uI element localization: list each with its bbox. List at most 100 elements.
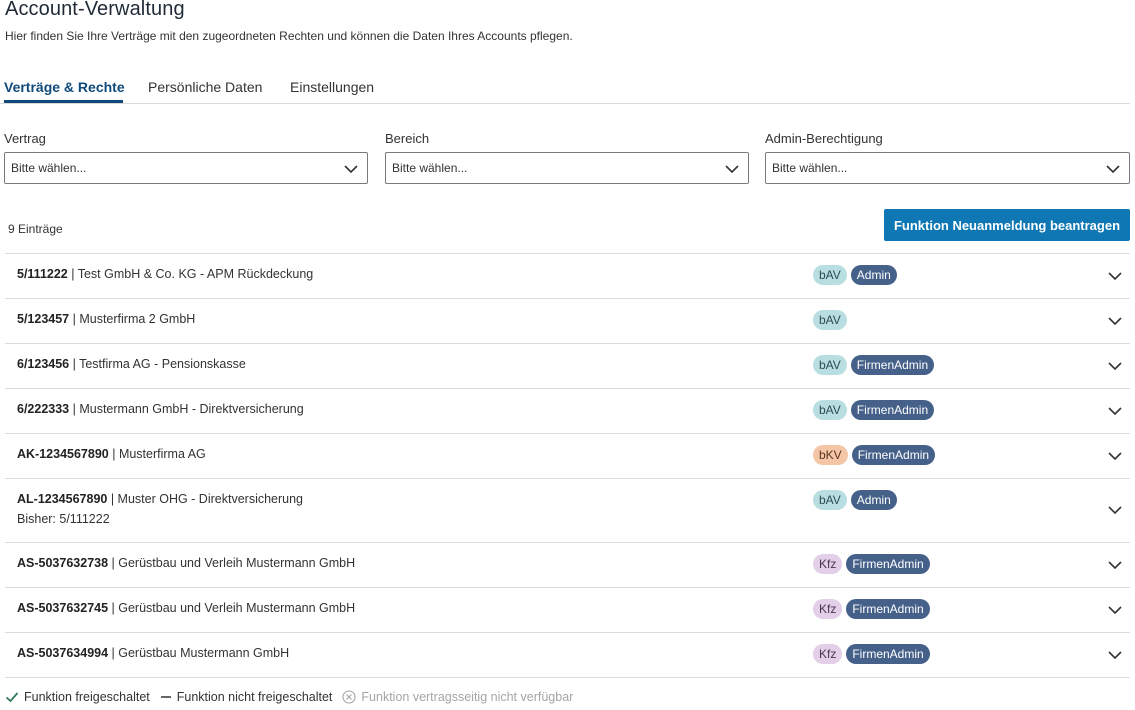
contract-number: AL-1234567890 (17, 492, 108, 506)
role-badge: FirmenAdmin (850, 355, 935, 375)
admin-berechtigung-select[interactable]: Bitte wählen... (765, 152, 1130, 184)
filter-bereich-label: Bereich (385, 131, 430, 146)
contract-name: | Test GmbH & Co. KG - APM Rückdeckung (67, 267, 314, 281)
chevron-down-icon (344, 165, 358, 174)
filter-admin-berechtigung: Admin-Berechtigung Bitte wählen... (765, 131, 1130, 184)
check-icon (5, 692, 19, 703)
legend-item-enabled: Funktion freigeschaltet (5, 690, 150, 704)
contract-number: AK-1234567890 (17, 447, 109, 461)
area-badge: Kfz (813, 644, 843, 664)
area-badge: bAV (813, 310, 847, 330)
entries-count: 9 Einträge (8, 222, 63, 236)
contract-number: 6/123456 (17, 357, 70, 371)
row-title: AK-1234567890 | Musterfirma AG (17, 447, 206, 461)
badge-group: Kfz FirmenAdmin (813, 554, 930, 574)
table-row[interactable]: 5/123457 | Musterfirma 2 GmbH bAV (5, 299, 1130, 344)
role-badge: Admin (850, 490, 897, 510)
area-badge: bAV (813, 355, 847, 375)
chevron-down-icon[interactable] (1108, 314, 1122, 328)
tab-bar: Verträge & Rechte Persönliche Daten Eins… (0, 72, 1130, 104)
filter-admin-label: Admin-Berechtigung (765, 131, 883, 146)
row-title: AL-1234567890 | Muster OHG - Direktversi… (17, 492, 303, 506)
chevron-down-icon[interactable] (1108, 269, 1122, 283)
badge-group: bAV (813, 310, 847, 330)
contract-number: 6/222333 (17, 402, 70, 416)
table-row[interactable]: AS-5037632745 | Gerüstbau und Verleih Mu… (5, 588, 1130, 633)
row-title: 6/123456 | Testfirma AG - Pensionskasse (17, 357, 246, 371)
role-badge: FirmenAdmin (846, 554, 930, 574)
table-row[interactable]: AS-5037634994 | Gerüstbau Mustermann Gmb… (5, 633, 1130, 678)
row-title: 6/222333 | Mustermann GmbH - Direktversi… (17, 402, 304, 416)
contract-number: AS-5037634994 (17, 646, 109, 660)
filter-vertrag: Vertrag Bitte wählen... (4, 131, 368, 184)
badge-group: bAV FirmenAdmin (813, 400, 935, 420)
table-row[interactable]: 5/111222 | Test GmbH & Co. KG - APM Rück… (5, 254, 1130, 299)
area-badge: Kfz (813, 554, 843, 574)
badge-group: bAV Admin (813, 265, 897, 285)
filter-bereich: Bereich Bitte wählen... (385, 131, 749, 184)
legend-item-unavailable: Funktion vertragsseitig nicht verfügbar (342, 690, 573, 704)
row-title: 5/123457 | Musterfirma 2 GmbH (17, 312, 195, 326)
chevron-down-icon (1106, 165, 1120, 174)
page-title: Account-Verwaltung (5, 0, 185, 20)
vertrag-select[interactable]: Bitte wählen... (4, 152, 368, 184)
area-badge: bAV (813, 490, 847, 510)
contract-number: 5/123457 (17, 312, 70, 326)
contract-name: | Muster OHG - Direktversicherung (107, 492, 304, 506)
badge-group: bAV FirmenAdmin (813, 355, 935, 375)
contract-name: | Testfirma AG - Pensionskasse (69, 357, 246, 371)
table-row[interactable]: AL-1234567890 | Muster OHG - Direktversi… (5, 479, 1130, 543)
tab-einstellungen[interactable]: Einstellungen (290, 79, 374, 95)
contract-name: | Musterfirma AG (108, 447, 206, 461)
contract-name: | Gerüstbau Mustermann GmbH (108, 646, 290, 660)
row-title: 5/111222 | Test GmbH & Co. KG - APM Rück… (17, 267, 313, 281)
bereich-select[interactable]: Bitte wählen... (385, 152, 749, 184)
contract-name: | Gerüstbau und Verleih Mustermann GmbH (108, 556, 356, 570)
role-badge: FirmenAdmin (846, 599, 930, 619)
legend: Funktion freigeschaltet Funktion nicht f… (5, 690, 583, 704)
tab-vertraege-rechte[interactable]: Verträge & Rechte (4, 79, 125, 95)
contract-number: AS-5037632738 (17, 556, 109, 570)
badge-group: bKV FirmenAdmin (813, 445, 936, 465)
filter-vertrag-label: Vertrag (4, 131, 46, 146)
chevron-down-icon (725, 165, 739, 174)
area-badge: bAV (813, 265, 847, 285)
role-badge: FirmenAdmin (846, 644, 930, 664)
row-title: AS-5037632738 | Gerüstbau und Verleih Mu… (17, 556, 355, 570)
page-subtitle: Hier finden Sie Ihre Verträge mit den zu… (5, 29, 573, 43)
previous-contract-note: Bisher: 5/111222 (17, 512, 110, 526)
tab-persoenliche-daten[interactable]: Persönliche Daten (148, 79, 262, 95)
role-badge: FirmenAdmin (850, 400, 935, 420)
legend-label: Funktion freigeschaltet (24, 690, 150, 704)
vertrag-select-value: Bitte wählen... (11, 161, 87, 175)
table-row[interactable]: AK-1234567890 | Musterfirma AG bKV Firme… (5, 434, 1130, 479)
role-badge: Admin (850, 265, 897, 285)
badge-group: Kfz FirmenAdmin (813, 599, 930, 619)
chevron-down-icon[interactable] (1108, 603, 1122, 617)
chevron-down-icon[interactable] (1108, 558, 1122, 572)
legend-item-disabled: Funktion nicht freigeschaltet (160, 690, 333, 704)
badge-group: Kfz FirmenAdmin (813, 644, 930, 664)
chevron-down-icon[interactable] (1108, 404, 1122, 418)
neuanmeldung-beantragen-button[interactable]: Funktion Neuanmeldung beantragen (884, 209, 1130, 241)
table-row[interactable]: 6/123456 | Testfirma AG - Pensionskasse … (5, 344, 1130, 389)
bereich-select-value: Bitte wählen... (392, 161, 468, 175)
chevron-down-icon[interactable] (1108, 359, 1122, 373)
row-title: AS-5037632745 | Gerüstbau und Verleih Mu… (17, 601, 355, 615)
chevron-down-icon[interactable] (1108, 449, 1122, 463)
badge-group: bAV Admin (813, 490, 897, 510)
contract-number: AS-5037632745 (17, 601, 109, 615)
role-badge: FirmenAdmin (851, 445, 936, 465)
dash-icon (160, 696, 171, 698)
table-row[interactable]: AS-5037632738 | Gerüstbau und Verleih Mu… (5, 543, 1130, 588)
admin-select-value: Bitte wählen... (772, 161, 848, 175)
table-row[interactable]: 6/222333 | Mustermann GmbH - Direktversi… (5, 389, 1130, 434)
chevron-down-icon[interactable] (1108, 648, 1122, 662)
active-tab-indicator (4, 100, 123, 103)
contract-name: | Gerüstbau und Verleih Mustermann GmbH (108, 601, 356, 615)
chevron-down-icon[interactable] (1108, 503, 1122, 517)
contract-name: | Mustermann GmbH - Direktversicherung (69, 402, 304, 416)
area-badge: bKV (813, 445, 848, 465)
legend-label: Funktion nicht freigeschaltet (176, 690, 333, 704)
area-badge: bAV (813, 400, 847, 420)
